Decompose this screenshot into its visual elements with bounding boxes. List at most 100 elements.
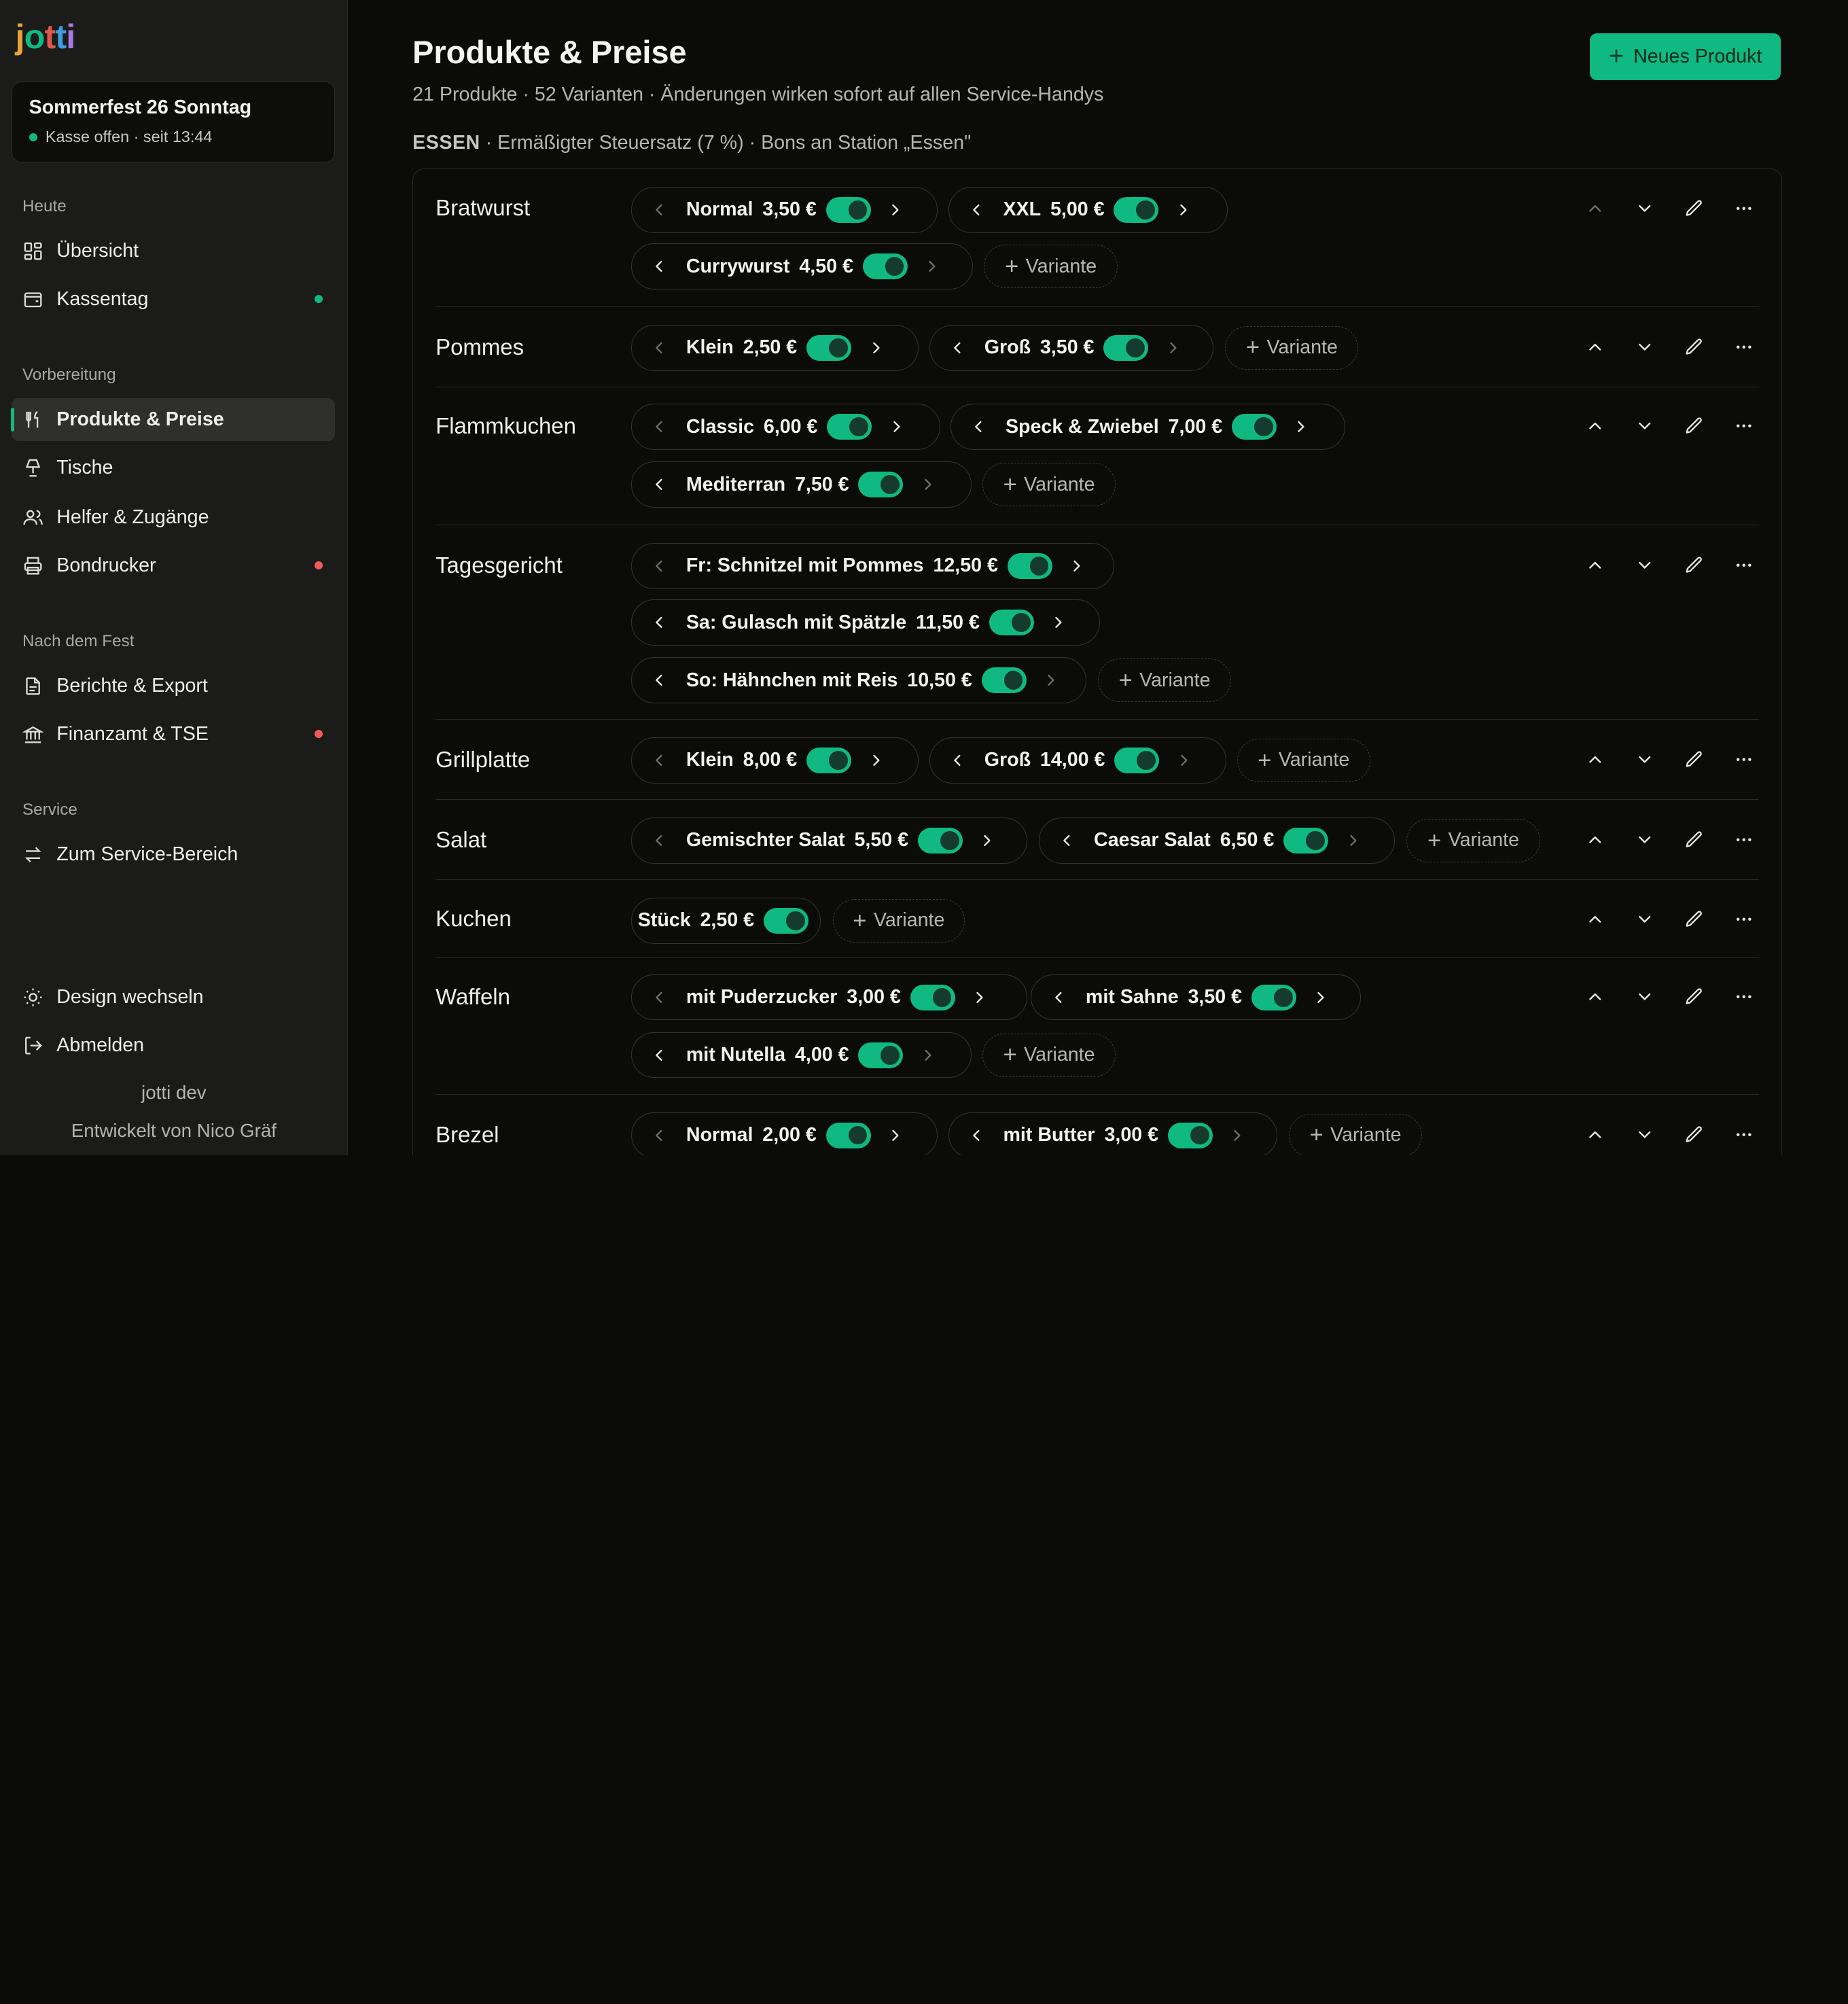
move-left-icon[interactable]	[1041, 980, 1076, 1015]
new-product-button[interactable]: + Neues Produkt	[1590, 33, 1781, 80]
more-options-icon[interactable]	[1719, 192, 1769, 225]
more-options-icon[interactable]	[1719, 1118, 1769, 1151]
variant-active-toggle[interactable]	[1114, 196, 1159, 223]
variant-pill[interactable]: So: Hähnchen mit Reis 10,50 €	[631, 657, 1086, 703]
move-right-icon[interactable]	[878, 192, 913, 228]
move-right-icon[interactable]	[879, 409, 914, 444]
product-name[interactable]: Salat	[436, 827, 486, 853]
move-right-icon[interactable]	[1335, 823, 1370, 858]
move-left-icon[interactable]	[641, 980, 677, 1015]
design-switch-button[interactable]: Design wechseln	[12, 976, 334, 1018]
move-left-icon[interactable]	[961, 409, 996, 444]
move-right-icon[interactable]	[1303, 980, 1338, 1015]
move-left-icon[interactable]	[641, 663, 677, 698]
move-up-icon[interactable]	[1571, 981, 1620, 1014]
move-down-icon[interactable]	[1620, 549, 1670, 582]
move-left-icon[interactable]	[641, 743, 677, 778]
move-right-icon[interactable]	[1220, 1118, 1255, 1153]
move-up-icon[interactable]	[1571, 824, 1620, 857]
edit-pencil-icon[interactable]	[1669, 410, 1719, 443]
product-name[interactable]: Grillplatte	[436, 747, 530, 773]
variant-active-toggle[interactable]	[1251, 984, 1296, 1010]
move-left-icon[interactable]	[641, 605, 677, 640]
sidebar-item-helfer[interactable]: Helfer & Zugänge	[12, 496, 334, 538]
move-left-icon[interactable]	[940, 743, 975, 778]
more-options-icon[interactable]	[1719, 981, 1769, 1014]
more-options-icon[interactable]	[1719, 743, 1769, 777]
variant-active-toggle[interactable]	[763, 907, 808, 934]
move-right-icon[interactable]	[962, 980, 997, 1015]
variant-pill[interactable]: Normal 3,50 €	[631, 187, 938, 233]
edit-pencil-icon[interactable]	[1669, 981, 1719, 1014]
variant-active-toggle[interactable]	[989, 609, 1034, 636]
sidebar-item-bondrucker[interactable]: Bondrucker	[12, 544, 334, 586]
add-variant-button[interactable]: + Variante	[832, 898, 965, 943]
move-right-icon[interactable]	[914, 249, 950, 284]
variant-active-toggle[interactable]	[806, 334, 851, 361]
variant-pill[interactable]: Stück 2,50 €	[631, 898, 821, 944]
variant-active-toggle[interactable]	[825, 1122, 871, 1148]
move-left-icon[interactable]	[641, 548, 677, 584]
variant-active-toggle[interactable]	[1167, 1122, 1213, 1148]
variant-pill[interactable]: Gemischter Salat 5,50 €	[631, 818, 1027, 864]
move-right-icon[interactable]	[1033, 663, 1069, 698]
move-right-icon[interactable]	[858, 743, 893, 778]
move-up-icon[interactable]	[1571, 902, 1620, 936]
move-left-icon[interactable]	[641, 192, 677, 228]
add-variant-button[interactable]: + Variante	[982, 462, 1116, 507]
move-down-icon[interactable]	[1620, 981, 1670, 1014]
edit-pencil-icon[interactable]	[1669, 192, 1719, 225]
variant-active-toggle[interactable]	[827, 413, 872, 440]
move-right-icon[interactable]	[1283, 409, 1319, 444]
more-options-icon[interactable]	[1719, 549, 1769, 582]
sidebar-item-kassentag[interactable]: Kassentag	[12, 278, 334, 320]
add-variant-button[interactable]: + Variante	[1237, 738, 1370, 783]
variant-pill[interactable]: Caesar Salat 6,50 €	[1039, 818, 1396, 864]
jotti-logo[interactable]: jotti	[16, 16, 76, 56]
variant-pill[interactable]: mit Sahne 3,50 €	[1031, 974, 1361, 1021]
move-left-icon[interactable]	[959, 1118, 994, 1153]
product-name[interactable]: Kuchen	[436, 906, 512, 932]
add-variant-button[interactable]: + Variante	[1225, 326, 1359, 370]
move-right-icon[interactable]	[1156, 330, 1191, 366]
variant-active-toggle[interactable]	[1283, 827, 1329, 854]
product-name[interactable]: Bratwurst	[436, 195, 530, 221]
variant-pill[interactable]: mit Butter 3,00 €	[948, 1112, 1277, 1155]
move-left-icon[interactable]	[641, 330, 677, 366]
move-down-icon[interactable]	[1620, 1118, 1670, 1151]
variant-pill[interactable]: mit Puderzucker 3,00 €	[631, 974, 1027, 1021]
variant-pill[interactable]: Sa: Gulasch mit Spätzle 11,50 €	[631, 599, 1101, 646]
variant-active-toggle[interactable]	[910, 984, 955, 1010]
move-up-icon[interactable]	[1571, 410, 1620, 443]
move-left-icon[interactable]	[641, 409, 677, 444]
move-right-icon[interactable]	[1166, 192, 1201, 228]
product-name[interactable]: Brezel	[436, 1122, 499, 1148]
more-options-icon[interactable]	[1719, 824, 1769, 857]
move-down-icon[interactable]	[1620, 743, 1670, 777]
add-variant-button[interactable]: + Variante	[1406, 818, 1540, 863]
variant-pill[interactable]: Klein 2,50 €	[631, 325, 919, 371]
move-up-icon[interactable]	[1571, 743, 1620, 777]
variant-active-toggle[interactable]	[981, 667, 1027, 694]
move-down-icon[interactable]	[1620, 410, 1670, 443]
variant-pill[interactable]: Classic 6,00 €	[631, 404, 940, 450]
move-left-icon[interactable]	[940, 330, 975, 366]
more-options-icon[interactable]	[1719, 331, 1769, 364]
move-up-icon[interactable]	[1571, 1118, 1620, 1151]
move-down-icon[interactable]	[1620, 902, 1670, 936]
variant-pill[interactable]: Groß 3,50 €	[929, 325, 1213, 371]
move-down-icon[interactable]	[1620, 331, 1670, 364]
edit-pencil-icon[interactable]	[1669, 549, 1719, 582]
move-right-icon[interactable]	[970, 823, 1005, 858]
edit-pencil-icon[interactable]	[1669, 743, 1719, 777]
variant-active-toggle[interactable]	[858, 1042, 904, 1068]
add-variant-button[interactable]: + Variante	[982, 1033, 1116, 1077]
variant-active-toggle[interactable]	[1232, 413, 1277, 440]
product-name[interactable]: Pommes	[436, 334, 524, 360]
more-options-icon[interactable]	[1719, 902, 1769, 936]
variant-active-toggle[interactable]	[806, 747, 851, 774]
add-variant-button[interactable]: + Variante	[1097, 658, 1231, 703]
variant-pill[interactable]: Currywurst 4,50 €	[631, 243, 974, 289]
move-down-icon[interactable]	[1620, 192, 1670, 225]
sidebar-item-finanzamt[interactable]: Finanzamt & TSE	[12, 713, 334, 755]
